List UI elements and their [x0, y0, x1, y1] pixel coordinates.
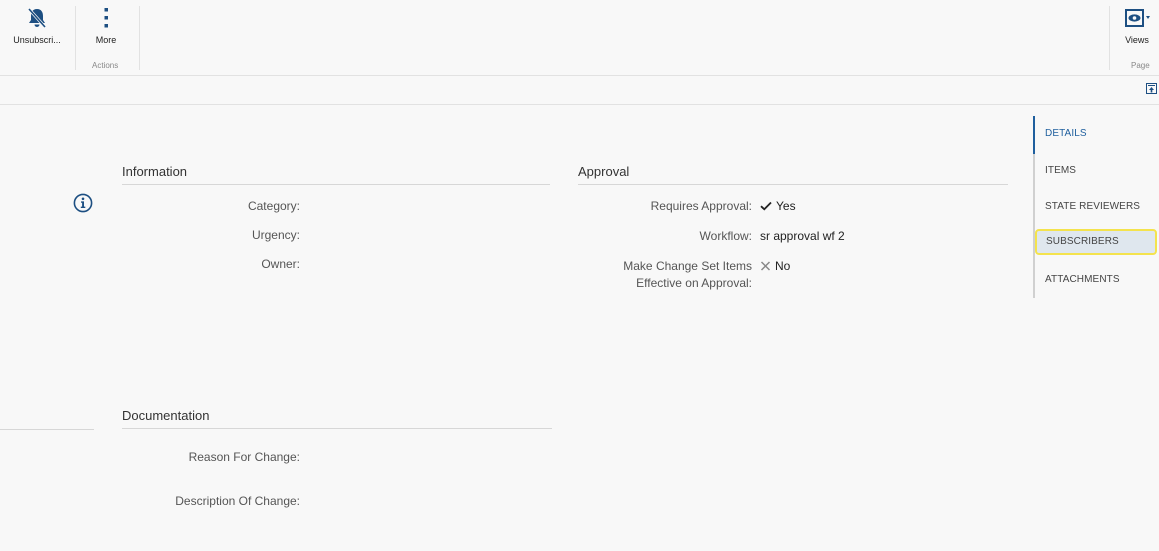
views-button[interactable]: Views	[1116, 0, 1158, 45]
nav-state-reviewers[interactable]: STATE REVIEWERS	[1035, 194, 1159, 220]
nav-subscribers[interactable]: SUBSCRIBERS	[1035, 229, 1157, 255]
actions-group-label: Actions	[92, 61, 119, 70]
bell-slash-icon	[27, 8, 47, 28]
information-divider	[122, 184, 550, 185]
requires-approval-value: Yes	[760, 198, 796, 215]
approval-divider	[578, 184, 1008, 185]
urgency-label: Urgency:	[251, 228, 300, 242]
cross-icon	[760, 261, 771, 271]
unsubscribe-button[interactable]: Unsubscri...	[4, 0, 70, 45]
workflow-value: sr approval wf 2	[760, 229, 845, 243]
make-effective-label-line1: Make Change Set Items	[623, 259, 752, 273]
reason-for-change-label: Reason For Change:	[188, 450, 300, 464]
requires-approval-label: Requires Approval:	[650, 199, 752, 213]
unsubscribe-label: Unsubscri...	[13, 35, 61, 45]
make-effective-text: No	[775, 259, 791, 273]
info-icon[interactable]	[73, 193, 93, 213]
ribbon-divider	[139, 6, 140, 70]
toolbar-strip	[0, 76, 1159, 105]
requires-approval-text: Yes	[776, 199, 796, 213]
nav-items[interactable]: ITEMS	[1035, 158, 1159, 184]
owner-label: Owner:	[261, 257, 300, 271]
make-effective-label-line2: Effective on Approval:	[636, 276, 752, 290]
documentation-title: Documentation	[122, 408, 210, 423]
page-group-label: Page	[1131, 61, 1150, 70]
nav-details[interactable]: DETAILS	[1035, 121, 1159, 147]
approval-title: Approval	[578, 164, 630, 179]
collapse-panel-icon[interactable]	[1146, 83, 1157, 94]
more-label: More	[95, 35, 117, 45]
eye-icon	[1125, 9, 1150, 27]
make-effective-value: No	[760, 258, 790, 275]
checkmark-icon	[760, 201, 772, 211]
views-label: Views	[1125, 35, 1149, 45]
category-label: Category:	[247, 199, 300, 213]
more-vertical-icon	[104, 8, 108, 28]
make-effective-label: Make Change Set Items Effective on Appro…	[560, 258, 752, 292]
workflow-label: Workflow:	[699, 229, 752, 243]
more-button[interactable]: More	[82, 0, 130, 45]
description-of-change-label: Description Of Change:	[175, 494, 300, 508]
nav-attachments[interactable]: ATTACHMENTS	[1035, 267, 1159, 293]
section-nav: DETAILS ITEMS STATE REVIEWERS SUBSCRIBER…	[1033, 116, 1159, 298]
ribbon-divider	[1109, 6, 1110, 70]
left-panel-divider	[0, 429, 94, 430]
ribbon-divider	[75, 6, 76, 70]
documentation-divider	[122, 428, 552, 429]
ribbon: Unsubscri... More Actions Views Page	[0, 0, 1159, 76]
information-title: Information	[122, 164, 188, 179]
